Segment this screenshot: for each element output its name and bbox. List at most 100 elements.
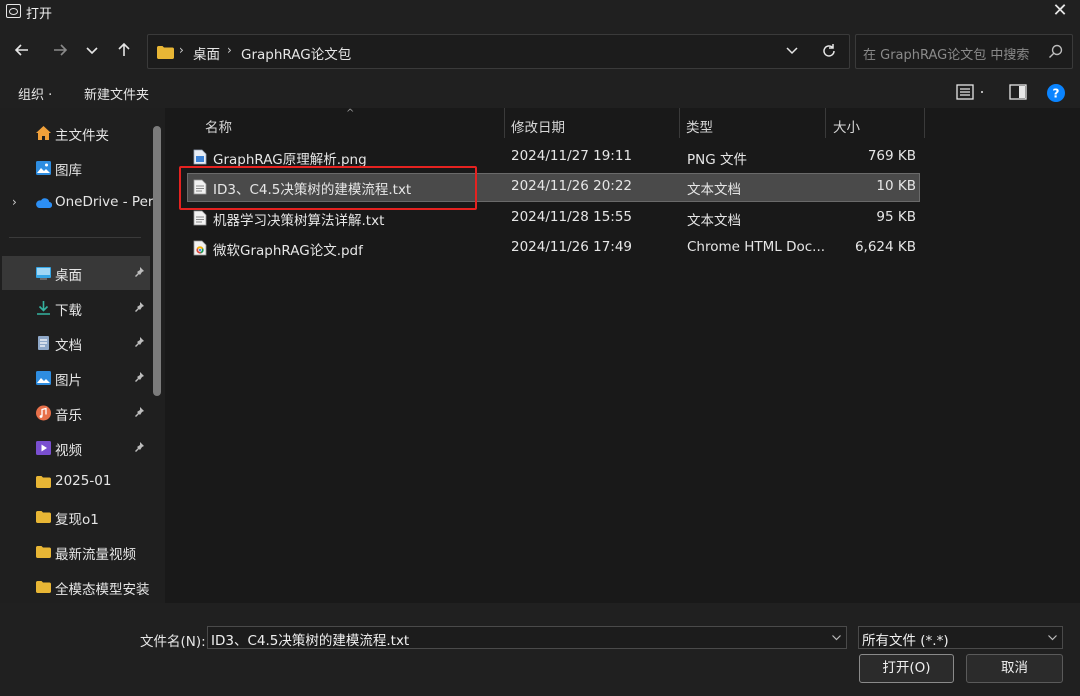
pin-icon[interactable] [134, 406, 146, 418]
preview-pane-button[interactable] [1008, 82, 1028, 106]
sidebar-item-videos[interactable]: 视频 [0, 431, 150, 465]
file-row-selected[interactable]: ID3、C4.5决策树的建模流程.txt 2024/11/26 20:22 文本… [187, 173, 920, 202]
arrow-up-icon [118, 42, 130, 56]
pin-icon[interactable] [134, 301, 146, 313]
sidebar-item-home[interactable]: 主文件夹 [0, 116, 150, 150]
cancel-button[interactable]: 取消 [966, 654, 1063, 683]
file-name: ID3、C4.5决策树的建模流程.txt [213, 182, 412, 198]
png-file-icon [193, 149, 207, 165]
sidebar-item-folder-videos-latest[interactable]: 最新流量视频 [0, 535, 150, 569]
file-type-filter[interactable]: 所有文件 (*.*) [858, 626, 1063, 649]
search-input[interactable]: 在 GraphRAG论文包 中搜索 [855, 34, 1073, 69]
sidebar-item-folder-2025-01[interactable]: 2025-01 [0, 465, 150, 499]
pin-icon[interactable] [134, 441, 146, 453]
forward-button[interactable] [46, 36, 74, 64]
recent-locations-button[interactable] [78, 36, 106, 64]
chevron-down-icon [1048, 635, 1057, 641]
address-dropdown-icon[interactable] [785, 43, 799, 57]
file-row[interactable]: 机器学习决策树算法详解.txt 2024/11/28 15:55 文本文档 95… [187, 204, 920, 233]
breadcrumb-chevron-icon: › [179, 43, 184, 57]
sidebar-item-label: 桌面 [55, 268, 82, 284]
file-size: 769 KB [867, 148, 916, 164]
sidebar-item-label: 下载 [55, 303, 82, 319]
file-row[interactable]: GraphRAG原理解析.png 2024/11/27 19:11 PNG 文件… [187, 143, 920, 172]
folder-icon [36, 476, 51, 488]
file-type: Chrome HTML Doc... [687, 239, 826, 255]
column-header-type[interactable]: 类型 [686, 116, 713, 136]
arrow-left-icon [14, 44, 28, 56]
home-icon [36, 126, 51, 140]
sidebar-item-documents[interactable]: 文档 [0, 326, 150, 360]
search-icon [1049, 44, 1063, 58]
music-icon [36, 405, 51, 421]
sidebar-item-music[interactable]: 音乐 [0, 396, 150, 430]
gallery-icon [36, 161, 51, 175]
download-icon [37, 301, 50, 315]
address-bar[interactable]: › 桌面 › GraphRAG论文包 [147, 34, 850, 69]
breadcrumb-desktop[interactable]: 桌面 [193, 43, 220, 63]
organize-menu[interactable]: 组织 · [18, 84, 52, 103]
pin-icon[interactable] [134, 266, 146, 278]
dialog-footer: 文件名(N): ID3、C4.5决策树的建模流程.txt 所有文件 (*.*) … [0, 603, 1080, 696]
file-type: 文本文档 [687, 213, 741, 229]
sidebar-item-desktop[interactable]: 桌面 [2, 256, 150, 290]
file-name: GraphRAG原理解析.png [213, 152, 367, 168]
open-button[interactable]: 打开(O) [859, 654, 954, 683]
filename-field[interactable]: ID3、C4.5决策树的建模流程.txt [207, 626, 847, 649]
sidebar-item-folder-omni-model[interactable]: 全模态模型安装 [0, 570, 153, 603]
window-title: 打开 [26, 7, 53, 22]
sidebar-item-label: 主文件夹 [55, 128, 109, 144]
chevron-right-icon[interactable]: › [12, 195, 17, 209]
up-button[interactable] [110, 36, 138, 64]
column-divider[interactable] [924, 108, 925, 138]
pin-icon[interactable] [134, 336, 146, 348]
pin-icon[interactable] [134, 371, 146, 383]
sidebar-item-downloads[interactable]: 下载 [0, 291, 150, 325]
file-size: 6,624 KB [854, 239, 916, 255]
folder-icon [36, 546, 51, 558]
breadcrumb-chevron-icon: › [227, 43, 232, 57]
folder-icon [36, 581, 51, 593]
column-header-date[interactable]: 修改日期 [511, 116, 565, 136]
column-divider[interactable] [679, 108, 680, 138]
sidebar-item-folder-o1[interactable]: 复现o1 [0, 500, 150, 534]
close-button[interactable]: ✕ [1048, 0, 1072, 24]
sidebar-divider [9, 237, 141, 238]
new-folder-button[interactable]: 新建文件夹 [84, 84, 149, 103]
sidebar-item-onedrive[interactable]: › OneDrive - Per [0, 186, 153, 220]
sidebar-scrollbar[interactable] [153, 126, 161, 396]
sidebar-item-gallery[interactable]: 图库 [0, 151, 150, 185]
pictures-icon [36, 371, 51, 385]
sidebar-item-label: 复现o1 [55, 512, 99, 528]
file-row[interactable]: 微软GraphRAG论文.pdf 2024/11/26 17:49 Chrome… [187, 234, 920, 263]
back-button[interactable] [8, 36, 36, 64]
file-date: 2024/11/28 15:55 [511, 209, 633, 225]
help-icon: ? [1047, 84, 1065, 102]
onedrive-cloud-icon [36, 198, 52, 209]
chevron-down-icon [86, 47, 98, 55]
title-bar: 打开 ✕ [0, 0, 1080, 24]
chrome-pdf-icon [193, 240, 207, 256]
sidebar-item-pictures[interactable]: 图片 [0, 361, 150, 395]
sidebar-item-label: 音乐 [55, 408, 82, 424]
refresh-icon[interactable] [821, 43, 837, 59]
filename-label: 文件名(N): [140, 634, 206, 650]
sidebar-item-label: 2025-01 [55, 473, 112, 489]
filename-value: ID3、C4.5决策树的建模流程.txt [211, 633, 410, 649]
command-bar: 组织 · 新建文件夹 ? [0, 78, 1080, 108]
breadcrumb-current-folder[interactable]: GraphRAG论文包 [241, 43, 351, 63]
view-options-button[interactable] [956, 82, 986, 106]
document-icon [38, 336, 49, 350]
list-view-icon [956, 84, 983, 100]
file-date: 2024/11/26 20:22 [511, 178, 633, 194]
sidebar-item-label: 视频 [55, 443, 82, 459]
column-divider[interactable] [504, 108, 505, 138]
file-size: 10 KB [876, 178, 916, 194]
txt-file-icon [193, 210, 207, 226]
column-header-name[interactable]: 名称 [205, 116, 232, 136]
column-header-size[interactable]: 大小 [833, 116, 860, 136]
column-divider[interactable] [825, 108, 826, 138]
file-name: 微软GraphRAG论文.pdf [213, 243, 363, 259]
help-button[interactable]: ? [1046, 83, 1066, 107]
chevron-down-icon[interactable] [831, 632, 842, 643]
